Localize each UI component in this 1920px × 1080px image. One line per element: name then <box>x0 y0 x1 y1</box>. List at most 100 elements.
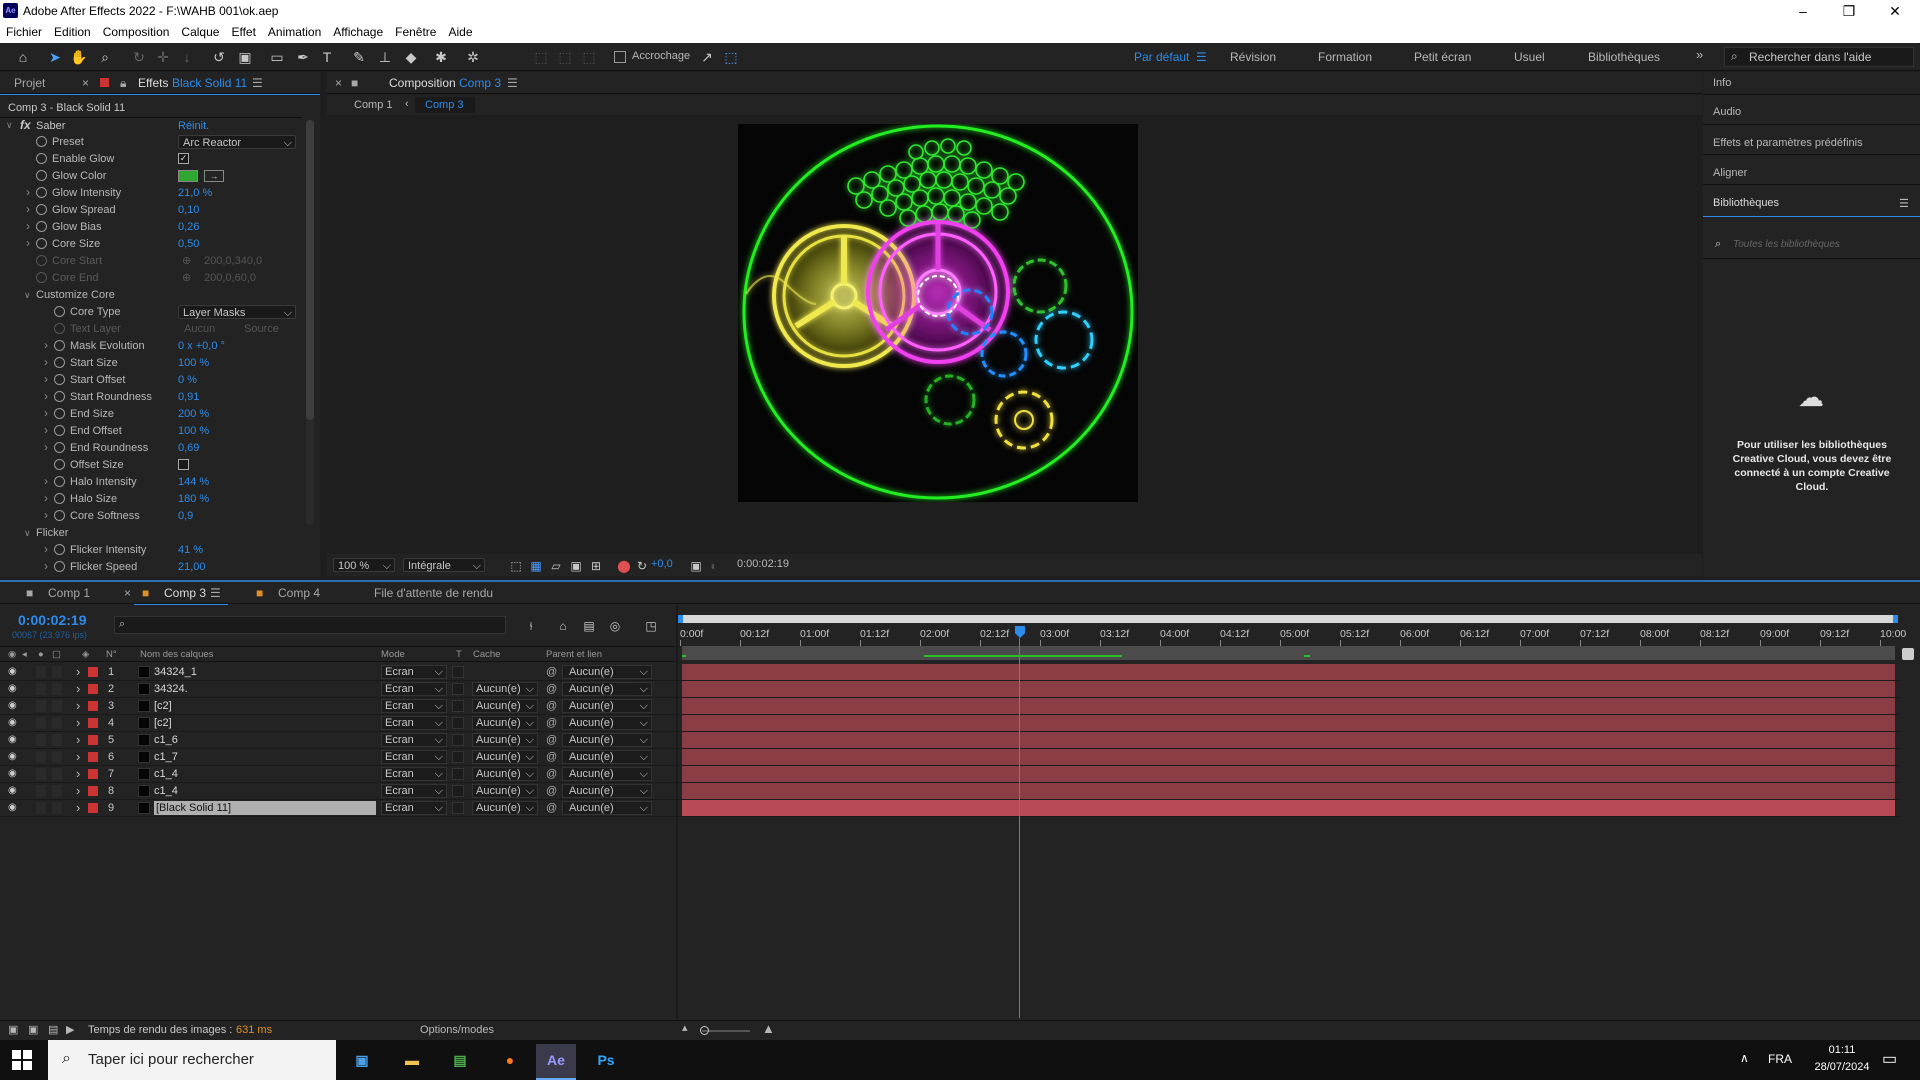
tab-comp-3[interactable]: Comp 3 <box>164 586 206 600</box>
time-ruler[interactable]: 0:00f 00:12f 01:00f 01:12f 02:00f 02:12f 03:00… <box>678 626 1906 646</box>
prop-value[interactable]: 0,91 <box>178 391 199 403</box>
solo-box[interactable] <box>36 700 46 712</box>
lock-box[interactable] <box>52 768 62 780</box>
prop-value[interactable]: 0,9 <box>178 510 193 522</box>
graph-editor-icon[interactable]: ◳ <box>640 616 662 636</box>
eye-icon[interactable]: ◉ <box>8 649 16 660</box>
firefox-icon[interactable]: ● <box>490 1044 530 1076</box>
close-tab-icon[interactable]: × <box>82 76 89 90</box>
prop-group-label[interactable]: Flicker <box>36 527 68 539</box>
blend-mode-dropdown[interactable]: Ecran ⌵ <box>381 665 447 679</box>
stopwatch-icon[interactable] <box>54 544 65 555</box>
twirl-icon[interactable]: › <box>44 423 48 437</box>
prop-dropdown[interactable]: Arc Reactor ⌵ <box>178 135 296 149</box>
label-color-chip[interactable] <box>88 684 98 694</box>
parent-dropdown[interactable]: Aucun(e) ⌵ <box>562 682 652 696</box>
blend-mode-dropdown[interactable]: Ecran ⌵ <box>381 682 447 696</box>
prop-checkbox[interactable]: ✓ <box>178 153 189 164</box>
clone-stamp-tool-icon[interactable]: ⊥ <box>374 47 396 67</box>
lock-box[interactable] <box>52 751 62 763</box>
layer-name[interactable]: c1_6 <box>154 734 178 746</box>
exposure-value[interactable]: +0,0 <box>651 558 673 570</box>
maximize-icon[interactable]: ❐ <box>1826 0 1872 22</box>
frame-blending-icon[interactable]: ▤ <box>578 616 600 636</box>
time-zoom-handle[interactable] <box>700 1026 709 1035</box>
current-timecode[interactable]: 0:00:02:19 <box>18 612 87 628</box>
prop-value[interactable]: 0,26 <box>178 221 199 233</box>
blend-mode-dropdown[interactable]: Ecran ⌵ <box>381 750 447 764</box>
layer-name[interactable]: c1_4 <box>154 785 178 797</box>
stopwatch-icon[interactable] <box>54 510 65 521</box>
preserve-transparency-box[interactable] <box>452 666 464 678</box>
eye-icon[interactable]: ◉ <box>8 785 17 796</box>
prop-value[interactable]: 144 % <box>178 476 209 488</box>
stopwatch-icon[interactable] <box>36 272 47 283</box>
draft-3d-icon[interactable]: ⫮ <box>520 616 542 636</box>
twirl-icon[interactable]: › <box>26 236 30 250</box>
twirl-icon[interactable]: › <box>44 491 48 505</box>
layer-name[interactable]: [c2] <box>154 700 172 712</box>
layer-duration-bar[interactable] <box>682 698 1895 714</box>
panel-menu-icon[interactable]: ☰ <box>507 76 518 90</box>
layer-search-input[interactable]: ⌕ <box>114 616 506 634</box>
stopwatch-icon[interactable] <box>36 255 47 266</box>
brush-tool-icon[interactable]: ✎ <box>348 47 370 67</box>
workspace-formation[interactable]: Formation <box>1318 50 1372 64</box>
pickwhip-icon[interactable]: @ <box>546 700 557 712</box>
parent-dropdown[interactable]: Aucun(e) ⌵ <box>562 801 652 815</box>
preserve-transparency-box[interactable] <box>452 751 464 763</box>
orbit-camera-icon[interactable]: ↻ <box>128 47 150 67</box>
parent-dropdown[interactable]: Aucun(e) ⌵ <box>562 767 652 781</box>
pickwhip-icon[interactable]: @ <box>546 734 557 746</box>
in-out-toggle-icon[interactable]: ▤ <box>48 1023 58 1036</box>
stopwatch-icon[interactable] <box>36 153 47 164</box>
layer-row[interactable]: ◉ › 5 c1_6 Ecran ⌵ Aucun(e) ⌵ @ Aucun(e) ⌵ <box>0 732 1900 749</box>
blend-mode-dropdown[interactable]: Ecran ⌵ <box>381 716 447 730</box>
stopwatch-icon[interactable] <box>54 391 65 402</box>
track-matte-dropdown[interactable]: Aucun(e) ⌵ <box>472 767 538 781</box>
twirl-icon[interactable]: › <box>26 202 30 216</box>
minimize-icon[interactable]: – <box>1780 0 1826 22</box>
tab-render-queue[interactable]: File d'attente de rendu <box>374 586 493 600</box>
stopwatch-icon[interactable] <box>54 442 65 453</box>
eye-icon[interactable]: ◉ <box>8 734 17 745</box>
solo-box[interactable] <box>36 802 46 814</box>
panel-info[interactable]: Info <box>1713 77 1731 89</box>
prop-value[interactable]: 0 x +0,0 ° <box>178 340 225 352</box>
view-axis-icon[interactable]: ⬚ <box>578 47 600 67</box>
stopwatch-icon[interactable] <box>54 408 65 419</box>
label-color-chip[interactable] <box>88 735 98 745</box>
home-icon[interactable]: ⌂ <box>12 47 34 67</box>
work-area-navigator[interactable] <box>678 615 1898 623</box>
layer-duration-bar[interactable] <box>682 783 1895 799</box>
snapping-checkbox[interactable] <box>614 51 626 63</box>
solo-box[interactable] <box>36 683 46 695</box>
stopwatch-icon[interactable] <box>54 561 65 572</box>
menu-affichage[interactable]: Affichage <box>327 22 389 39</box>
twirl-icon[interactable]: › <box>76 732 80 747</box>
blend-mode-dropdown[interactable]: Ecran ⌵ <box>381 699 447 713</box>
stopwatch-icon[interactable] <box>54 459 65 470</box>
tray-overflow-icon[interactable]: ∧ <box>1740 1051 1749 1065</box>
twirl-icon[interactable]: › <box>44 542 48 556</box>
shy-layers-icon[interactable]: ⌂ <box>552 616 574 636</box>
layer-row[interactable]: ◉ › 4 [c2] Ecran ⌵ Aucun(e) ⌵ @ Aucun(e) ⌵ <box>0 715 1900 732</box>
track-matte-dropdown[interactable]: Aucun(e) ⌵ <box>472 716 538 730</box>
lock-box[interactable] <box>52 683 62 695</box>
twirl-icon[interactable]: › <box>26 185 30 199</box>
lock-box[interactable] <box>52 734 62 746</box>
solo-box[interactable] <box>36 768 46 780</box>
time-zoom-slider[interactable] <box>702 1030 750 1032</box>
zoom-tool-icon[interactable]: ⌕ <box>94 47 116 67</box>
preserve-transparency-box[interactable] <box>452 768 464 780</box>
composition-viewer[interactable] <box>738 124 1138 502</box>
grid-options-icon[interactable]: ⊞ <box>585 556 607 576</box>
parent-dropdown[interactable]: Aucun(e) ⌵ <box>562 733 652 747</box>
layer-row[interactable]: ◉ › 2 34324. Ecran ⌵ Aucun(e) ⌵ @ Aucun(e) ⌵ <box>0 681 1900 698</box>
stopwatch-icon[interactable] <box>54 476 65 487</box>
twirl-icon[interactable]: › <box>44 440 48 454</box>
pickwhip-icon[interactable]: @ <box>546 785 557 797</box>
twirl-saber-icon[interactable]: ∨ <box>6 120 13 131</box>
preserve-transparency-box[interactable] <box>452 717 464 729</box>
file-explorer-icon[interactable]: ▬ <box>392 1044 432 1076</box>
